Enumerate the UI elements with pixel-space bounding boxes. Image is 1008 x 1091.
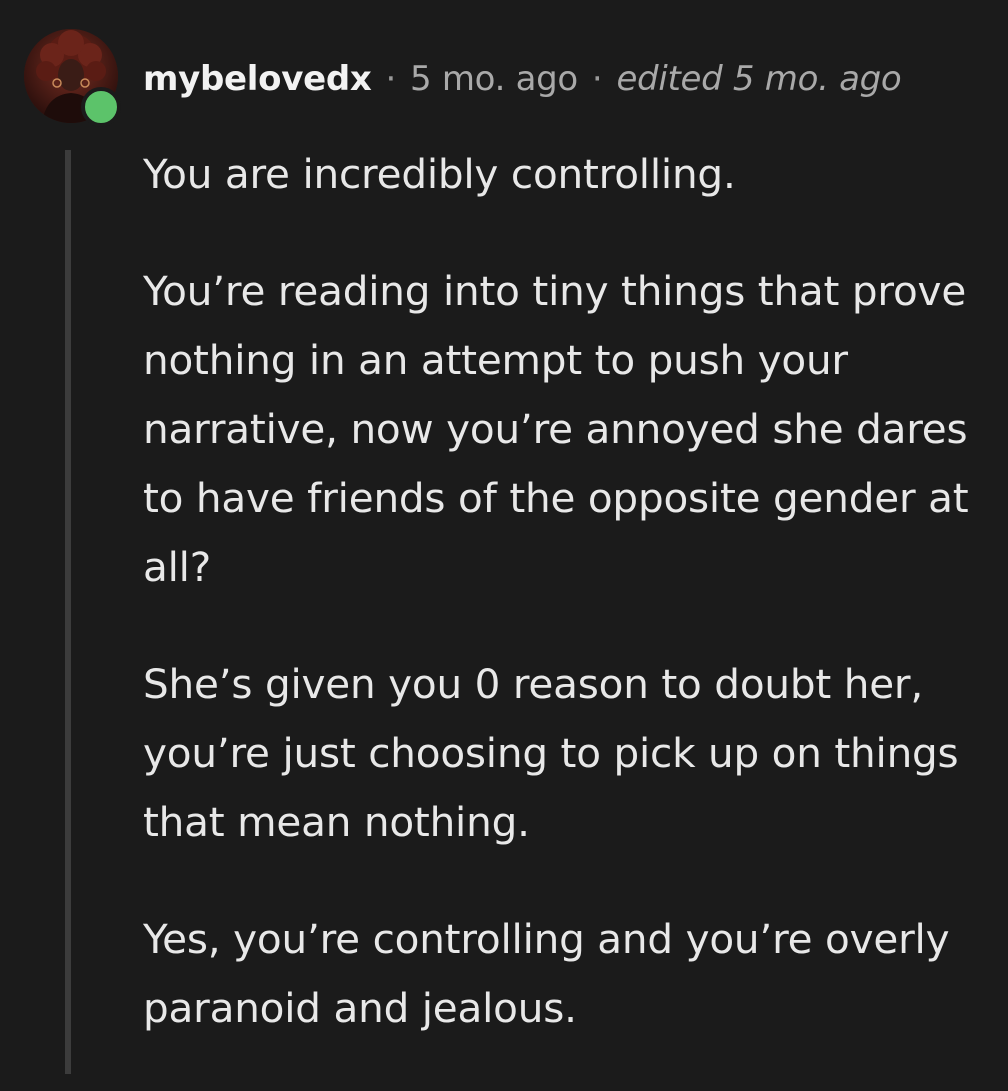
comment: mybelovedx · 5 mo. ago · edited 5 mo. ag… xyxy=(0,0,1008,1074)
online-status-indicator xyxy=(81,87,121,127)
comment-meta: mybelovedx · 5 mo. ago · edited 5 mo. ag… xyxy=(143,54,902,104)
comment-paragraph: She’s given you 0 reason to doubt her, y… xyxy=(143,660,959,846)
comment-body: You are incredibly controlling. You’re r… xyxy=(143,140,993,1091)
edited-label: edited 5 mo. ago xyxy=(616,59,902,99)
comment-paragraph: You are incredibly controlling. xyxy=(143,150,736,198)
comment-paragraph: Yes, you’re controlling and you’re overl… xyxy=(143,915,950,1032)
meta-separator: · xyxy=(591,59,603,99)
comment-paragraph: You’re reading into tiny things that pro… xyxy=(143,267,969,591)
meta-separator: · xyxy=(385,59,397,99)
author-username[interactable]: mybelovedx xyxy=(143,59,372,99)
thread-collapse-line[interactable] xyxy=(65,150,71,1074)
comment-timestamp[interactable]: 5 mo. ago xyxy=(410,59,578,99)
avatar[interactable] xyxy=(24,29,121,127)
